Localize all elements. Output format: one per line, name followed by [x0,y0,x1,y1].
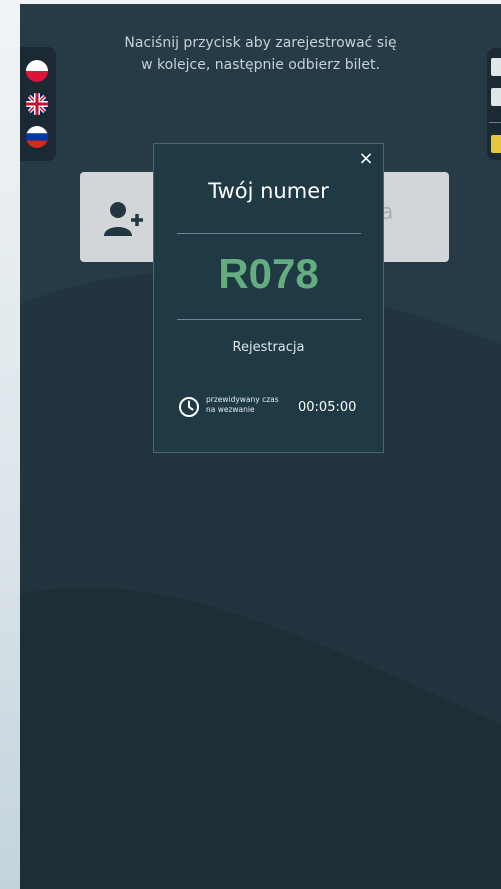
ticket-modal: × Twój numer R078 Rejestracja przewidywa… [153,143,384,453]
divider-top [177,233,361,234]
service-name: Rejestracja [232,340,305,355]
font-size-large-icon[interactable] [491,88,501,106]
instruction-line-1: Naciśnij przycisk aby zarejestrować się [124,35,397,51]
font-size-icon[interactable] [491,58,501,76]
close-button[interactable]: × [357,150,375,168]
add-user-icon [104,202,143,236]
accessibility-toolbar [487,48,501,160]
eta-label-line-1: przewidywany czas [206,395,279,404]
instruction-line-2: w kolejce, następnie odbierz bilet. [141,57,380,73]
poland-flag-icon[interactable] [26,60,48,82]
modal-title: Twój numer [208,179,329,203]
eta-label: przewidywany czas na wezwanie [206,395,296,415]
divider-bottom [177,319,361,320]
eta-label-line-2: na wezwanie [206,405,255,414]
kiosk-screen: Naciśnij przycisk aby zarejestrować się … [20,4,501,889]
toolbar-divider [489,122,501,123]
clock-icon [179,397,199,417]
eta-time: 00:05:00 [298,400,357,415]
russia-flag-icon[interactable] [26,126,48,148]
uk-flag-icon[interactable] [26,93,48,115]
ticket-number: R078 [218,250,319,297]
language-selector [20,47,56,161]
instruction-text: Naciśnij przycisk aby zarejestrować się … [80,32,441,76]
contrast-eye-icon[interactable] [491,135,501,153]
